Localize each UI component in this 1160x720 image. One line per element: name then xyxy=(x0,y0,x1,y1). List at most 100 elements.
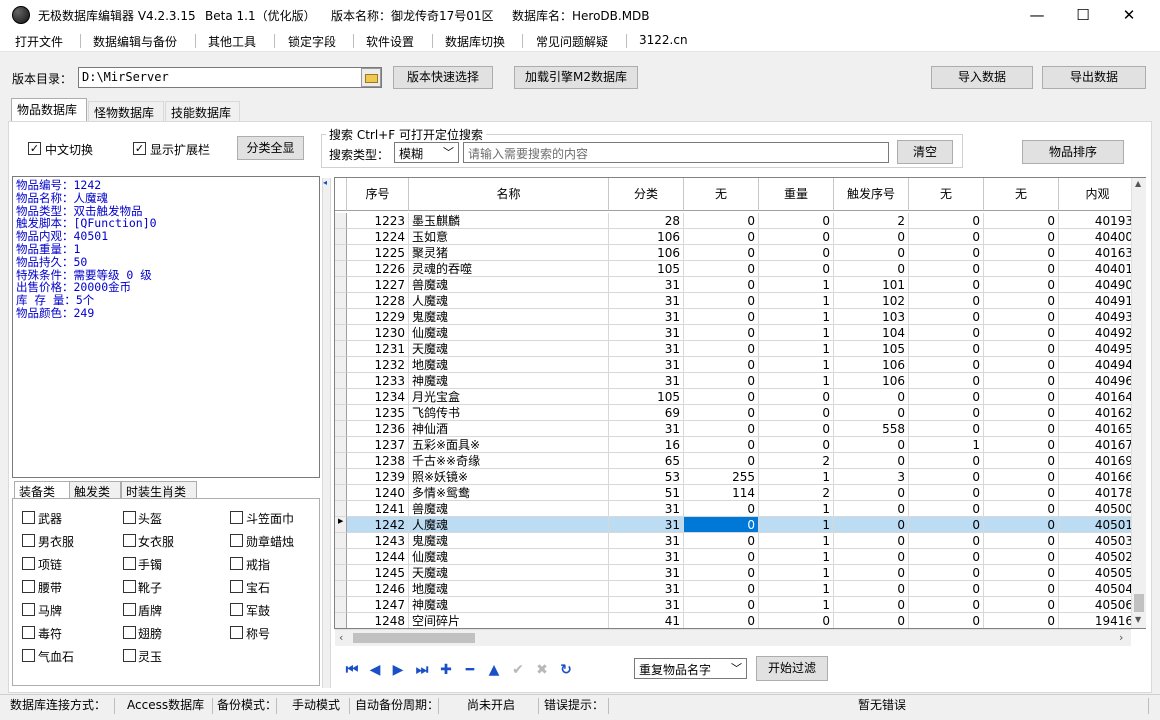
category-checkbox[interactable] xyxy=(230,626,243,639)
table-cell[interactable]: 0 xyxy=(684,357,759,373)
vertical-scrollbar[interactable]: ▲ ▼ xyxy=(1131,178,1146,628)
table-cell[interactable]: 106 xyxy=(609,229,684,245)
row-indicator[interactable] xyxy=(335,341,347,357)
chinese-switch-checkbox[interactable]: ✓ xyxy=(28,142,41,155)
row-indicator[interactable] xyxy=(335,229,347,245)
table-cell[interactable]: 40490 xyxy=(1059,277,1137,293)
table-cell[interactable]: 1 xyxy=(759,341,834,357)
table-cell[interactable]: 1224 xyxy=(347,229,409,245)
menu-open-file[interactable]: 打开文件 xyxy=(15,33,63,50)
maximize-button[interactable]: ☐ xyxy=(1060,0,1106,30)
table-row[interactable]: 1246 地魔魂 31 0 1 0 0 0 40504 xyxy=(335,581,1137,597)
table-row[interactable]: ▶ 1242 人魔魂 31 0 1 0 0 0 40501 xyxy=(335,517,1137,533)
table-cell[interactable]: 101 xyxy=(834,277,909,293)
category-checkbox[interactable] xyxy=(230,557,243,570)
table-cell[interactable]: 0 xyxy=(684,261,759,277)
table-cell[interactable]: 28 xyxy=(609,213,684,229)
table-cell[interactable]: 0 xyxy=(834,581,909,597)
table-cell[interactable]: 仙魔魂 xyxy=(409,549,609,565)
table-row[interactable]: 1235 飞鸽传书 69 0 0 0 0 0 40162 xyxy=(335,405,1137,421)
table-cell[interactable]: 0 xyxy=(984,501,1059,517)
row-indicator[interactable] xyxy=(335,501,347,517)
table-cell[interactable]: 40494 xyxy=(1059,357,1137,373)
table-cell[interactable]: 0 xyxy=(834,485,909,501)
table-cell[interactable]: 人魔魂 xyxy=(409,293,609,309)
table-row[interactable]: 1243 鬼魔魂 31 0 1 0 0 0 40503 xyxy=(335,533,1137,549)
row-indicator[interactable] xyxy=(335,485,347,501)
prior-record-icon[interactable]: ◀ xyxy=(366,661,384,679)
first-record-icon[interactable]: ⏮ xyxy=(343,661,361,679)
table-cell[interactable]: 0 xyxy=(834,597,909,613)
table-cell[interactable]: 0 xyxy=(834,405,909,421)
table-row[interactable]: 1223 墨玉麒麟 28 0 0 2 0 0 40193 xyxy=(335,213,1137,229)
category-checkbox[interactable] xyxy=(230,534,243,547)
table-cell[interactable]: 0 xyxy=(684,453,759,469)
table-row[interactable]: 1225 聚灵猪 106 0 0 0 0 0 40163 xyxy=(335,245,1137,261)
table-cell[interactable]: 0 xyxy=(834,261,909,277)
table-cell[interactable]: 0 xyxy=(684,533,759,549)
table-cell[interactable]: 40166 xyxy=(1059,469,1137,485)
table-cell[interactable]: 0 xyxy=(684,325,759,341)
insert-record-icon[interactable]: ✚ xyxy=(437,661,455,679)
table-cell[interactable]: 0 xyxy=(834,453,909,469)
table-cell[interactable]: 0 xyxy=(909,613,984,628)
table-cell[interactable]: 0 xyxy=(909,325,984,341)
table-cell[interactable]: 聚灵猪 xyxy=(409,245,609,261)
table-cell[interactable]: 0 xyxy=(684,597,759,613)
table-cell[interactable]: 104 xyxy=(834,325,909,341)
row-indicator[interactable] xyxy=(335,453,347,469)
table-cell[interactable]: 0 xyxy=(834,549,909,565)
table-cell[interactable]: 40506 xyxy=(1059,597,1137,613)
table-cell[interactable]: 0 xyxy=(684,213,759,229)
table-cell[interactable]: 1 xyxy=(759,293,834,309)
table-row[interactable]: 1237 五彩※面具※ 16 0 0 0 1 0 40167 xyxy=(335,437,1137,453)
table-cell[interactable]: 0 xyxy=(984,213,1059,229)
table-cell[interactable]: 106 xyxy=(609,245,684,261)
column-header[interactable]: 重量 xyxy=(759,178,834,211)
row-indicator[interactable] xyxy=(335,533,347,549)
delete-record-icon[interactable]: ━ xyxy=(461,661,479,679)
table-cell[interactable]: 0 xyxy=(909,501,984,517)
table-cell[interactable]: 69 xyxy=(609,405,684,421)
table-cell[interactable]: 40401 xyxy=(1059,261,1137,277)
table-cell[interactable]: 31 xyxy=(609,293,684,309)
table-cell[interactable]: 31 xyxy=(609,373,684,389)
table-cell[interactable]: 0 xyxy=(984,533,1059,549)
row-indicator[interactable] xyxy=(335,245,347,261)
table-cell[interactable]: 0 xyxy=(759,229,834,245)
category-checkbox[interactable] xyxy=(22,511,35,524)
table-cell[interactable]: 0 xyxy=(909,485,984,501)
edit-record-icon[interactable]: ▲ xyxy=(485,661,503,679)
vertical-scroll-thumb[interactable] xyxy=(1134,594,1144,612)
table-cell[interactable]: 0 xyxy=(684,437,759,453)
table-row[interactable]: 1240 多情※鸳鸯 51 114 2 0 0 0 40178 xyxy=(335,485,1137,501)
table-cell[interactable]: 0 xyxy=(834,501,909,517)
table-cell[interactable]: 鬼魔魂 xyxy=(409,533,609,549)
table-row[interactable]: 1234 月光宝盒 105 0 0 0 0 0 40164 xyxy=(335,389,1137,405)
table-cell[interactable]: 31 xyxy=(609,277,684,293)
table-cell[interactable]: 月光宝盒 xyxy=(409,389,609,405)
table-cell[interactable]: 51 xyxy=(609,485,684,501)
table-row[interactable]: 1231 天魔魂 31 0 1 105 0 0 40495 xyxy=(335,341,1137,357)
table-cell[interactable]: 0 xyxy=(909,389,984,405)
table-row[interactable]: 1241 兽魔魂 31 0 1 0 0 0 40500 xyxy=(335,501,1137,517)
row-indicator[interactable] xyxy=(335,357,347,373)
item-info-panel[interactable]: 物品编号：1242 物品名称：人魔魂 物品类型：双击触发物品 触发脚本：[QFu… xyxy=(12,176,320,478)
table-cell[interactable]: 40162 xyxy=(1059,405,1137,421)
table-cell[interactable]: 0 xyxy=(684,277,759,293)
table-cell[interactable]: 1245 xyxy=(347,565,409,581)
table-cell[interactable]: 31 xyxy=(609,325,684,341)
table-cell[interactable]: 1 xyxy=(759,565,834,581)
table-cell[interactable]: 天魔魂 xyxy=(409,341,609,357)
table-cell[interactable]: 0 xyxy=(984,597,1059,613)
table-cell[interactable]: 106 xyxy=(834,357,909,373)
table-row[interactable]: 1229 鬼魔魂 31 0 1 103 0 0 40493 xyxy=(335,309,1137,325)
row-indicator[interactable] xyxy=(335,613,347,628)
table-cell[interactable]: 0 xyxy=(909,309,984,325)
row-indicator[interactable] xyxy=(335,293,347,309)
table-cell[interactable]: 40164 xyxy=(1059,389,1137,405)
table-cell[interactable]: 105 xyxy=(609,389,684,405)
table-cell[interactable]: 65 xyxy=(609,453,684,469)
browse-folder-button[interactable] xyxy=(361,68,381,87)
tab-monster-db[interactable]: 怪物数据库 xyxy=(88,101,164,122)
